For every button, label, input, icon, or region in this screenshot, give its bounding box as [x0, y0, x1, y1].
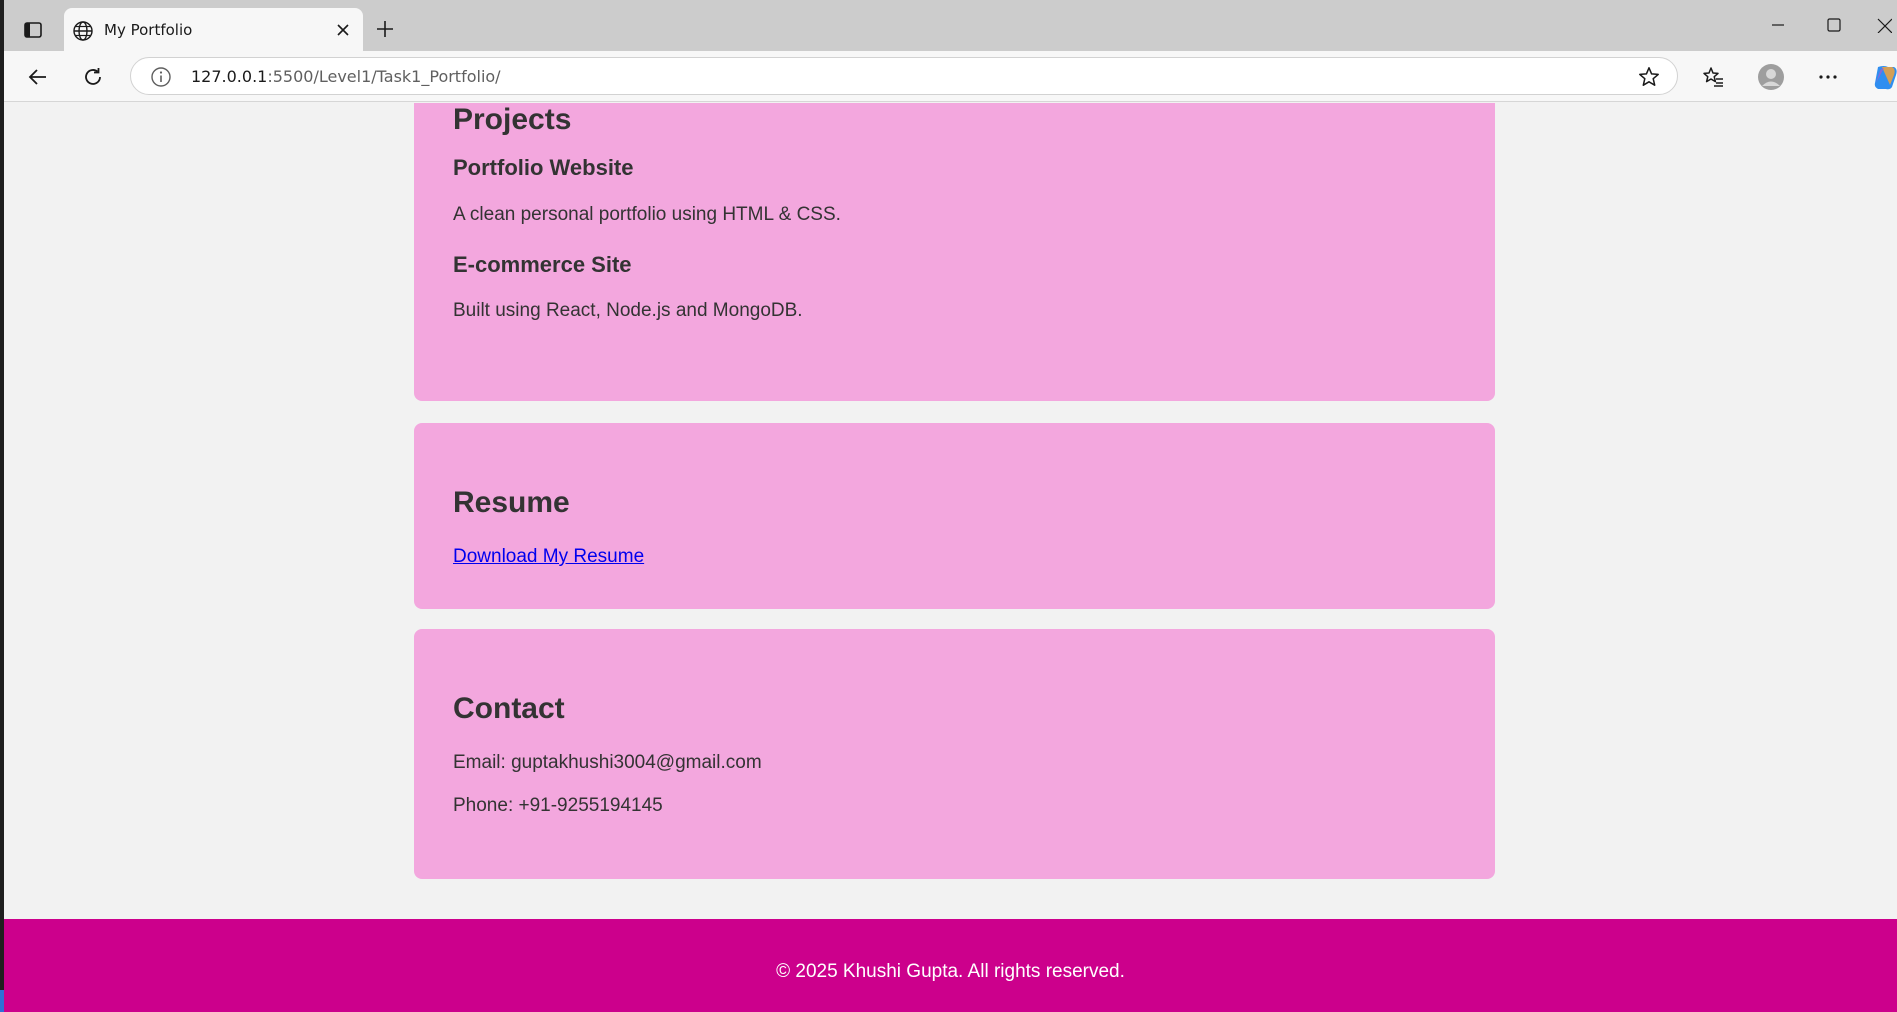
info-icon[interactable]: [150, 66, 172, 88]
minimize-icon[interactable]: [1764, 13, 1792, 37]
project-description: A clean personal portfolio using HTML & …: [453, 204, 841, 225]
copilot-icon[interactable]: [1872, 63, 1897, 91]
more-icon[interactable]: [1814, 63, 1842, 91]
star-icon[interactable]: [1637, 65, 1661, 89]
resume-section: Resume Download My Resume: [414, 423, 1495, 609]
url-text: 127.0.0.1:5500/Level1/Task1_Portfolio/: [191, 67, 501, 87]
close-icon[interactable]: [333, 20, 353, 40]
url-path: :5500/Level1/Task1_Portfolio/: [267, 67, 501, 86]
window-left-edge: [0, 0, 4, 1012]
footer-copyright: © 2025 Khushi Gupta. All rights reserved…: [776, 961, 1125, 982]
url-host: 127.0.0.1: [191, 67, 268, 86]
tab-my-portfolio[interactable]: My Portfolio: [64, 8, 363, 51]
plus-icon[interactable]: [372, 16, 398, 42]
sidebar-toggle-icon[interactable]: [20, 17, 46, 43]
window-close-icon[interactable]: [1876, 13, 1897, 37]
contact-heading: Contact: [453, 692, 565, 725]
projects-section: Projects Portfolio Website A clean perso…: [414, 103, 1495, 401]
project-description: Built using React, Node.js and MongoDB.: [453, 300, 803, 321]
tab-bar: My Portfolio: [0, 0, 1897, 51]
address-bar: 127.0.0.1:5500/Level1/Task1_Portfolio/: [0, 51, 1897, 102]
project-title: Portfolio Website: [453, 155, 634, 180]
favorites-icon[interactable]: [1699, 63, 1727, 91]
contact-email: Email: guptakhushi3004@gmail.com: [453, 752, 762, 773]
url-field[interactable]: 127.0.0.1:5500/Level1/Task1_Portfolio/: [130, 57, 1678, 95]
download-resume-link[interactable]: Download My Resume: [453, 546, 644, 568]
project-title: E-commerce Site: [453, 252, 632, 277]
contact-section: Contact Email: guptakhushi3004@gmail.com…: [414, 629, 1495, 879]
tab-title: My Portfolio: [104, 21, 193, 39]
projects-heading: Projects: [453, 103, 572, 136]
page-footer: © 2025 Khushi Gupta. All rights reserved…: [4, 919, 1897, 1012]
globe-icon: [72, 20, 94, 42]
maximize-icon[interactable]: [1820, 13, 1848, 37]
back-arrow-icon[interactable]: [24, 63, 52, 91]
taskbar-accent: [0, 990, 4, 1012]
profile-icon[interactable]: [1757, 63, 1785, 91]
page-viewport: Projects Portfolio Website A clean perso…: [4, 103, 1897, 1012]
contact-phone: Phone: +91-9255194145: [453, 795, 663, 816]
refresh-icon[interactable]: [79, 63, 107, 91]
resume-heading: Resume: [453, 486, 570, 519]
